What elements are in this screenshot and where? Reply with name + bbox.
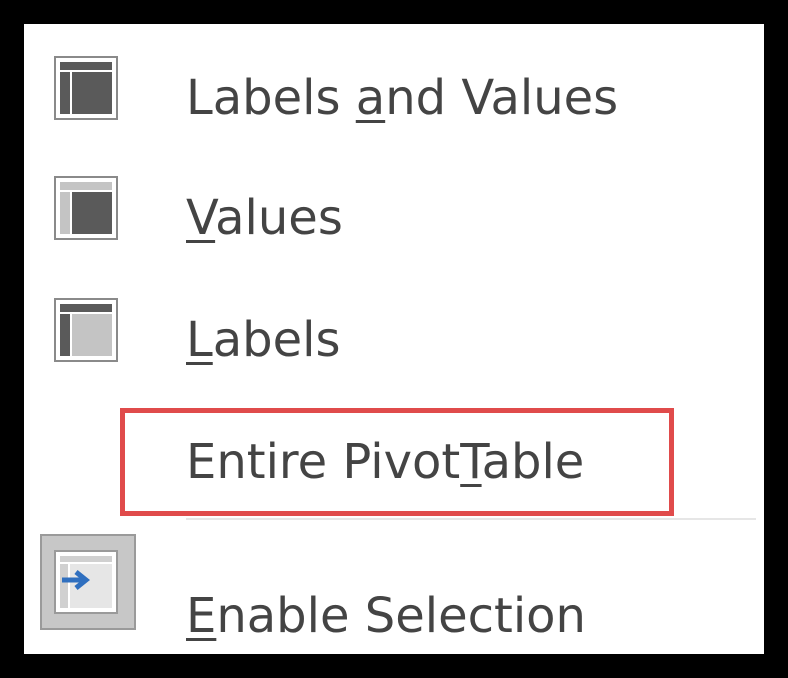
menu-item-values[interactable]: Values [24, 164, 764, 276]
accelerator-key: V [186, 190, 216, 246]
menu-item-labels-and-values[interactable]: Labels and Values [24, 44, 764, 156]
accelerator-key: L [186, 312, 213, 368]
menu-separator [186, 518, 756, 520]
label-text-post: abels [212, 312, 341, 368]
values-icon [54, 176, 118, 240]
accelerator-key: E [186, 588, 217, 644]
enable-selection-icon [54, 550, 118, 614]
menu-item-label: Labels [186, 316, 341, 364]
label-text-post: nd Values [385, 70, 619, 126]
accelerator-key: a [355, 70, 386, 126]
menu-item-enable-selection[interactable]: Enable Selection [24, 528, 764, 640]
menu-item-labels[interactable]: Labels [24, 286, 764, 398]
label-text-pre: Labels [186, 70, 356, 126]
menu-item-label: Enable Selection [186, 592, 586, 640]
labels-icon [54, 298, 118, 362]
label-text-post: alues [215, 190, 343, 246]
labels-and-values-icon [54, 56, 118, 120]
pivottable-select-menu: Labels and Values Values Labels Entire P… [24, 24, 764, 654]
menu-item-label: Labels and Values [186, 74, 618, 122]
label-text-post: nable Selection [216, 588, 586, 644]
highlight-box [120, 408, 674, 516]
menu-item-label: Values [186, 194, 343, 242]
